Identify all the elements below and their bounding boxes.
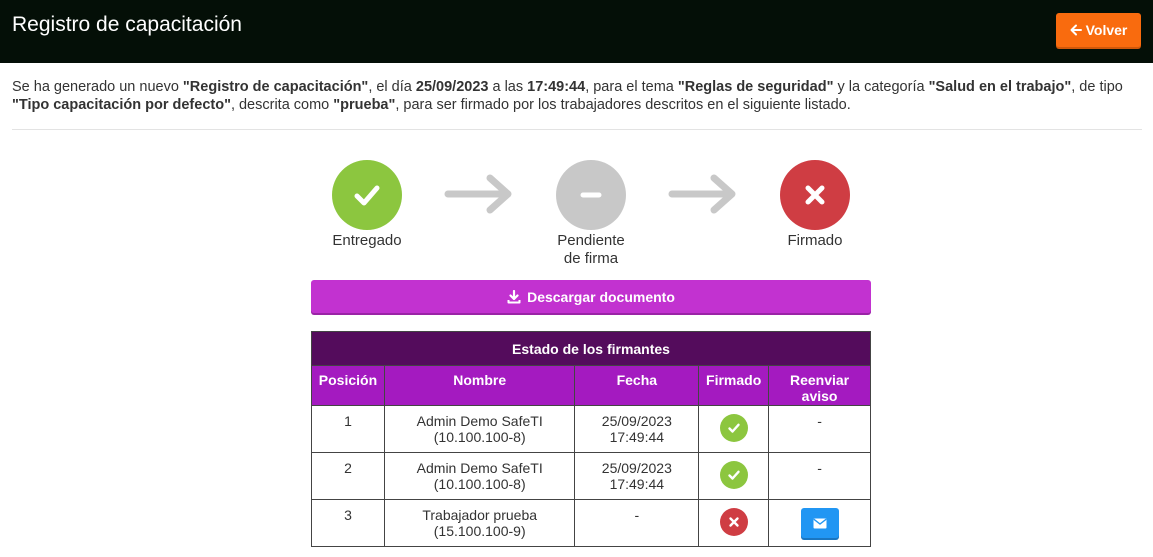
desc-category: "Salud en el trabajo" [928, 79, 1072, 95]
desc-type: "Tipo capacitación por defecto" [12, 97, 231, 113]
download-label: Descargar documento [527, 288, 675, 305]
header-resend: Reenviar aviso [768, 365, 871, 406]
table-row: 3 Trabajador prueba (15.100.100-9) - [311, 499, 871, 547]
step-signed-label: Firmado [787, 232, 843, 249]
check-circle-icon [719, 461, 748, 489]
signed-time: 17:49:44 [609, 429, 665, 445]
table-row: 2 Admin Demo SafeTI (10.100.100-8) 25/09… [311, 452, 871, 500]
resend-notice-button[interactable] [800, 508, 839, 538]
signers-table: Estado de los firmantes Posición Nombre … [311, 331, 871, 547]
cell-name: Admin Demo SafeTI (10.100.100-8) [383, 452, 576, 500]
signer-name: Admin Demo SafeTI [416, 413, 543, 429]
back-button[interactable]: Volver [1056, 13, 1141, 47]
desc-record-name: "Registro de capacitación" [182, 79, 369, 95]
desc-date: 25/09/2023 [415, 79, 489, 95]
step-pending: Pendiente de firma [526, 160, 656, 268]
signer-rut: (10.100.100-8) [433, 476, 526, 492]
signer-rut: (10.100.100-8) [433, 429, 526, 445]
cell-resend [768, 499, 871, 547]
desc-text: y la categoría [833, 79, 929, 95]
minus-icon [556, 160, 626, 230]
signed-date: - [634, 507, 640, 523]
page-title: Registro de capacitación [12, 13, 242, 36]
cell-name: Trabajador prueba (15.100.100-9) [383, 499, 576, 547]
cell-name: Admin Demo SafeTI (10.100.100-8) [383, 405, 576, 453]
header-name: Nombre [383, 365, 576, 406]
desc-text: , el día [368, 79, 416, 95]
cell-date: 25/09/2023 17:49:44 [574, 405, 700, 453]
cell-position: 3 [311, 499, 385, 547]
x-icon [780, 160, 850, 230]
signed-time: 17:49:44 [609, 476, 665, 492]
cell-signed [698, 405, 770, 453]
signer-name: Admin Demo SafeTI [416, 460, 543, 476]
arrow-right-icon [668, 174, 736, 214]
download-document-button[interactable]: Descargar documento [311, 280, 871, 313]
step-pending-line1: Pendiente [557, 232, 625, 249]
desc-text: Se ha generado un nuevo [12, 79, 183, 95]
table-row: 1 Admin Demo SafeTI (10.100.100-8) 25/09… [311, 405, 871, 453]
desc-topic: "Reglas de seguridad" [677, 79, 834, 95]
divider [12, 129, 1142, 130]
step-pending-label: Pendiente de firma [526, 232, 656, 268]
cell-date: 25/09/2023 17:49:44 [574, 452, 700, 500]
cell-date: - [574, 499, 700, 547]
header-resend-line1: Reenviar [789, 372, 850, 388]
signer-name: Trabajador prueba [422, 507, 538, 523]
desc-text: , para el tema [585, 79, 678, 95]
header-signed: Firmado [698, 365, 770, 406]
check-icon [332, 160, 402, 230]
cell-position: 1 [311, 405, 385, 453]
desc-time: 17:49:44 [527, 79, 586, 95]
cell-signed [698, 499, 770, 547]
x-circle-icon [719, 508, 748, 536]
table-header-row: Posición Nombre Fecha Firmado Reenviar a… [311, 365, 871, 406]
step-delivered-label: Entregado [332, 232, 402, 249]
signed-date: 25/09/2023 [601, 413, 672, 429]
arrow-right-icon [444, 174, 512, 214]
arrow-left-icon [1070, 24, 1082, 36]
desc-text: , de tipo [1071, 79, 1123, 95]
envelope-icon [812, 518, 827, 528]
cell-resend: - [768, 405, 871, 453]
cell-resend: - [768, 452, 871, 500]
check-circle-icon [719, 414, 748, 442]
cell-signed [698, 452, 770, 500]
desc-described-as: "prueba" [333, 97, 396, 113]
top-bar: Registro de capacitación Volver [0, 0, 1153, 63]
desc-text: a las [488, 79, 528, 95]
desc-text: , descrita como [230, 97, 334, 113]
header-resend-line2: aviso [801, 388, 838, 404]
desc-text: , para ser firmado por los trabajadores … [395, 97, 851, 113]
table-caption: Estado de los firmantes [311, 331, 871, 366]
back-button-label: Volver [1085, 22, 1128, 38]
table-caption-row: Estado de los firmantes [311, 331, 871, 366]
step-delivered: Entregado [317, 160, 417, 250]
signer-rut: (15.100.100-9) [433, 523, 526, 539]
signed-date: 25/09/2023 [601, 460, 672, 476]
record-description: Se ha generado un nuevo "Registro de cap… [12, 78, 1147, 114]
step-signed: Firmado [765, 160, 865, 250]
header-date: Fecha [574, 365, 700, 406]
step-pending-line2: de firma [563, 250, 619, 267]
header-position: Posición [311, 365, 385, 406]
download-icon [507, 289, 521, 303]
cell-position: 2 [311, 452, 385, 500]
